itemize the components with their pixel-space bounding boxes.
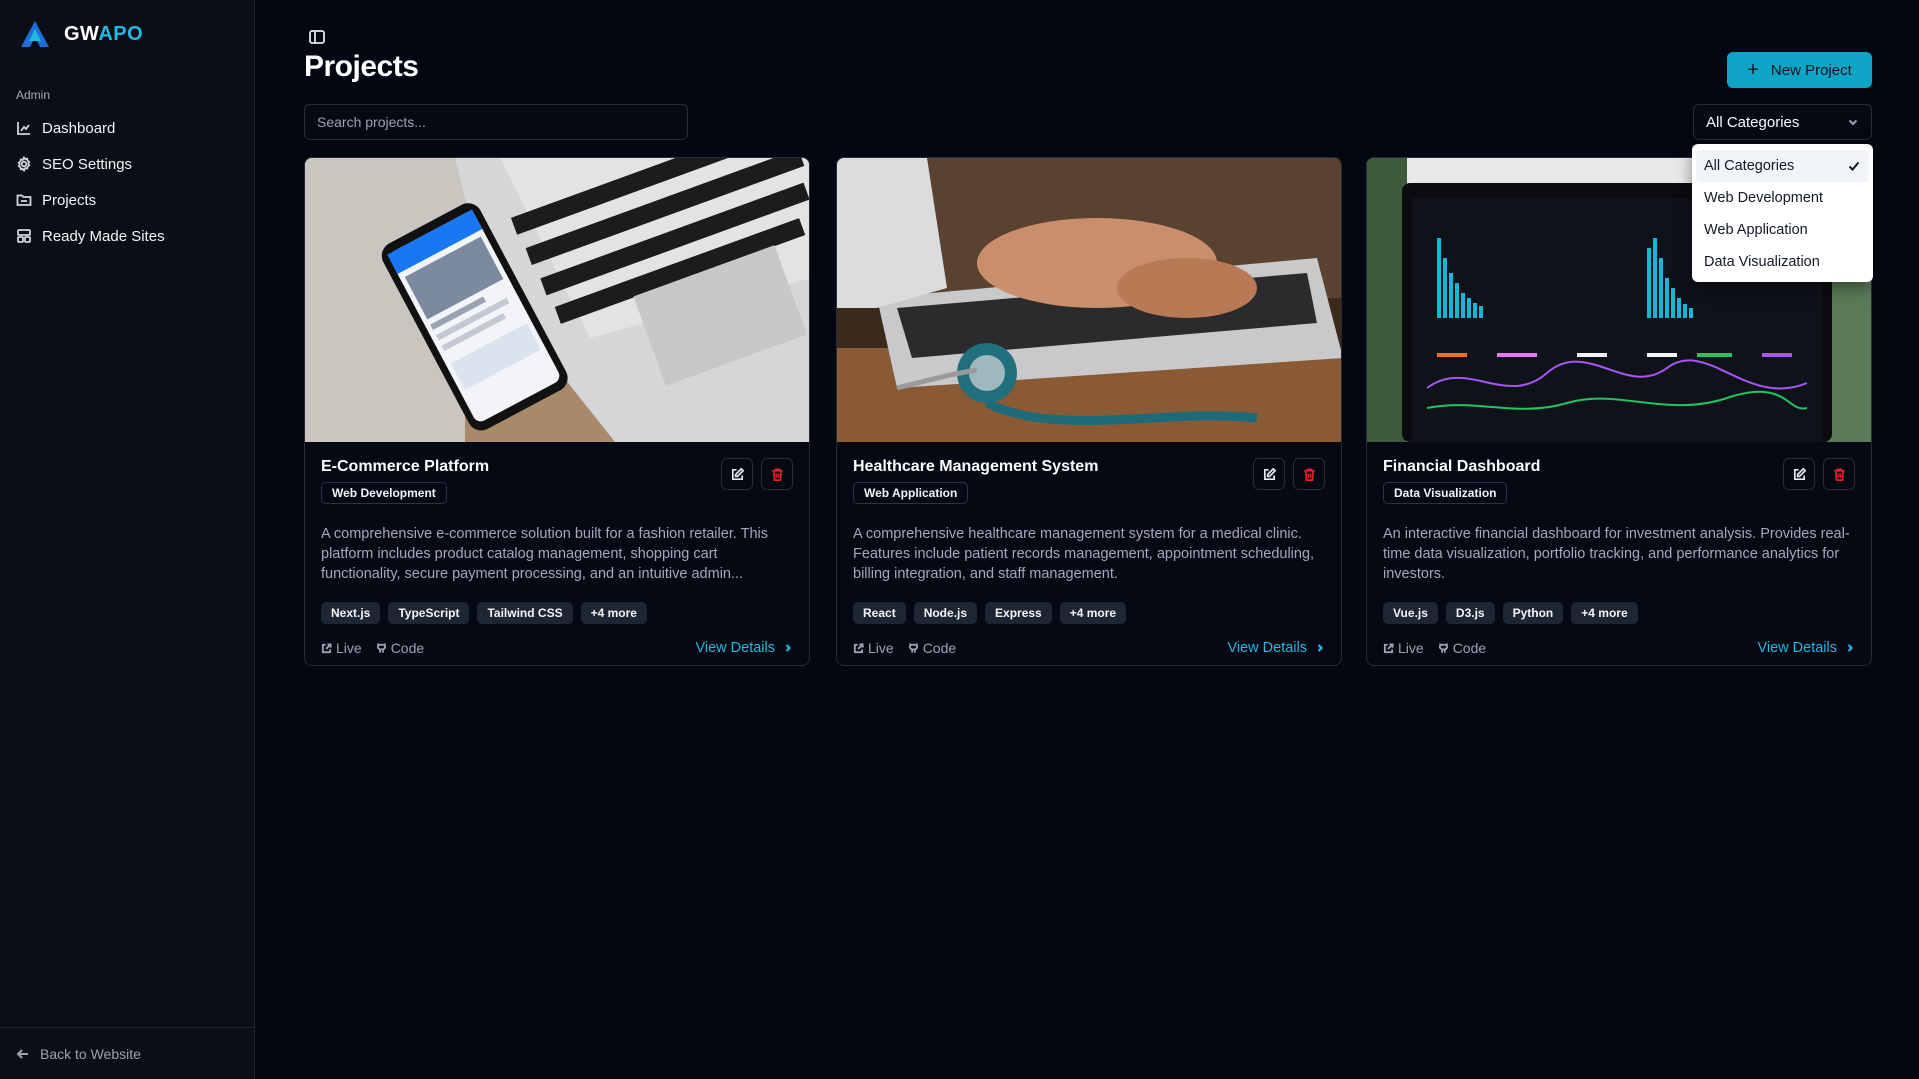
category-badge: Data Visualization bbox=[1383, 482, 1508, 504]
chevron-down-icon bbox=[1848, 119, 1858, 126]
sidebar-item-label: Ready Made Sites bbox=[42, 227, 165, 245]
logo-icon bbox=[21, 21, 49, 47]
project-description: A comprehensive e-commerce solution buil… bbox=[321, 526, 769, 582]
back-to-website-label: Back to Website bbox=[40, 1045, 141, 1062]
chevron-right-icon bbox=[1317, 644, 1324, 652]
sidebar-item-ready-made-sites[interactable]: Ready Made Sites bbox=[8, 218, 246, 254]
live-link[interactable]: Live bbox=[853, 640, 894, 656]
tech-tag: Vue.js bbox=[1383, 602, 1438, 624]
edit-button[interactable] bbox=[721, 458, 753, 490]
sidebar: GWAPO Admin Dashboard SEO Settings Proje… bbox=[0, 0, 255, 1079]
project-description: A comprehensive healthcare management sy… bbox=[853, 526, 1315, 582]
project-image bbox=[837, 158, 1341, 442]
gear-icon bbox=[17, 156, 31, 172]
category-select[interactable]: All Categories bbox=[1693, 104, 1872, 140]
category-select-value: All Categories bbox=[1706, 113, 1800, 131]
github-icon bbox=[908, 642, 918, 653]
delete-button[interactable] bbox=[1823, 458, 1855, 490]
live-link[interactable]: Live bbox=[1383, 640, 1424, 656]
tech-tag: Express bbox=[985, 602, 1052, 624]
tech-tag: Next.js bbox=[321, 602, 381, 624]
project-description: An interactive financial dashboard for i… bbox=[1383, 526, 1850, 582]
more-tags-badge: +4 more bbox=[580, 602, 647, 624]
brand-name: GWAPO bbox=[64, 22, 144, 45]
sidebar-item-projects[interactable]: Projects bbox=[8, 182, 246, 218]
back-to-website-link[interactable]: Back to Website bbox=[0, 1027, 255, 1079]
tech-tags: Vue.js D3.js Python +4 more bbox=[1383, 602, 1855, 624]
category-badge: Web Development bbox=[321, 482, 447, 504]
chevron-right-icon bbox=[1847, 644, 1854, 652]
sidebar-toggle-button[interactable] bbox=[308, 28, 328, 48]
live-link[interactable]: Live bbox=[321, 640, 362, 656]
trash-icon bbox=[771, 468, 783, 481]
chevron-right-icon bbox=[785, 644, 792, 652]
code-link[interactable]: Code bbox=[376, 640, 424, 656]
edit-button[interactable] bbox=[1253, 458, 1285, 490]
chart-icon bbox=[17, 122, 30, 135]
tech-tag: Tailwind CSS bbox=[477, 602, 573, 624]
tech-tag: React bbox=[853, 602, 906, 624]
project-image bbox=[305, 158, 809, 442]
view-details-link[interactable]: View Details bbox=[1757, 640, 1855, 656]
plus-icon: + bbox=[1747, 59, 1759, 81]
tech-tag: TypeScript bbox=[388, 602, 470, 624]
sidebar-item-label: Dashboard bbox=[42, 119, 116, 137]
more-tags-badge: +4 more bbox=[1059, 602, 1127, 624]
code-link[interactable]: Code bbox=[1438, 640, 1486, 656]
edit-icon bbox=[731, 467, 744, 480]
tech-tags: React Node.js Express +4 more bbox=[853, 602, 1325, 624]
category-dropdown-menu: All Categories Web Development Web Appli… bbox=[1692, 144, 1873, 282]
category-badge: Web Application bbox=[853, 482, 969, 504]
sidebar-item-label: Projects bbox=[42, 191, 97, 209]
dropdown-option-web-application[interactable]: Web Application bbox=[1696, 214, 1869, 246]
code-link[interactable]: Code bbox=[908, 640, 956, 656]
new-project-label: New Project bbox=[1770, 61, 1852, 79]
sidebar-item-label: SEO Settings bbox=[42, 155, 133, 173]
layout-icon bbox=[17, 229, 31, 243]
new-project-button[interactable]: + New Project bbox=[1727, 52, 1872, 88]
sidebar-item-seo-settings[interactable]: SEO Settings bbox=[8, 146, 246, 182]
tech-tags: Next.js TypeScript Tailwind CSS +4 more bbox=[321, 602, 793, 624]
project-card: E-Commerce Platform Web Development A co… bbox=[304, 157, 810, 666]
dropdown-option-web-development[interactable]: Web Development bbox=[1696, 182, 1869, 214]
github-icon bbox=[376, 642, 386, 653]
trash-icon bbox=[1833, 468, 1845, 481]
tech-tag: Node.js bbox=[913, 602, 978, 624]
check-icon bbox=[1848, 161, 1860, 171]
tech-tag: Python bbox=[1502, 602, 1564, 624]
external-link-icon bbox=[1383, 642, 1394, 653]
more-tags-badge: +4 more bbox=[1571, 602, 1638, 624]
panel-left-icon bbox=[309, 30, 325, 44]
folder-icon bbox=[16, 194, 32, 206]
project-card: Healthcare Management System Web Applica… bbox=[836, 157, 1342, 666]
tech-tag: D3.js bbox=[1445, 602, 1495, 624]
page-title: Projects bbox=[304, 50, 419, 83]
sidebar-item-dashboard[interactable]: Dashboard bbox=[8, 110, 246, 146]
external-link-icon bbox=[853, 642, 864, 653]
search-input[interactable] bbox=[304, 104, 688, 140]
sidebar-section-label: Admin bbox=[16, 88, 51, 102]
view-details-link[interactable]: View Details bbox=[695, 640, 793, 656]
arrow-left-icon bbox=[16, 1048, 28, 1059]
dropdown-option-data-visualization[interactable]: Data Visualization bbox=[1696, 246, 1869, 278]
github-icon bbox=[1438, 642, 1448, 653]
trash-icon bbox=[1303, 468, 1315, 481]
edit-icon bbox=[1263, 467, 1276, 480]
delete-button[interactable] bbox=[1293, 458, 1325, 490]
edit-button[interactable] bbox=[1783, 458, 1815, 490]
delete-button[interactable] bbox=[761, 458, 793, 490]
dropdown-option-all-categories[interactable]: All Categories bbox=[1696, 150, 1869, 182]
external-link-icon bbox=[321, 642, 332, 653]
sidebar-nav: Dashboard SEO Settings Projects Ready Ma… bbox=[8, 110, 246, 254]
edit-icon bbox=[1793, 467, 1806, 480]
view-details-link[interactable]: View Details bbox=[1227, 640, 1325, 656]
brand[interactable]: GWAPO bbox=[20, 20, 143, 48]
